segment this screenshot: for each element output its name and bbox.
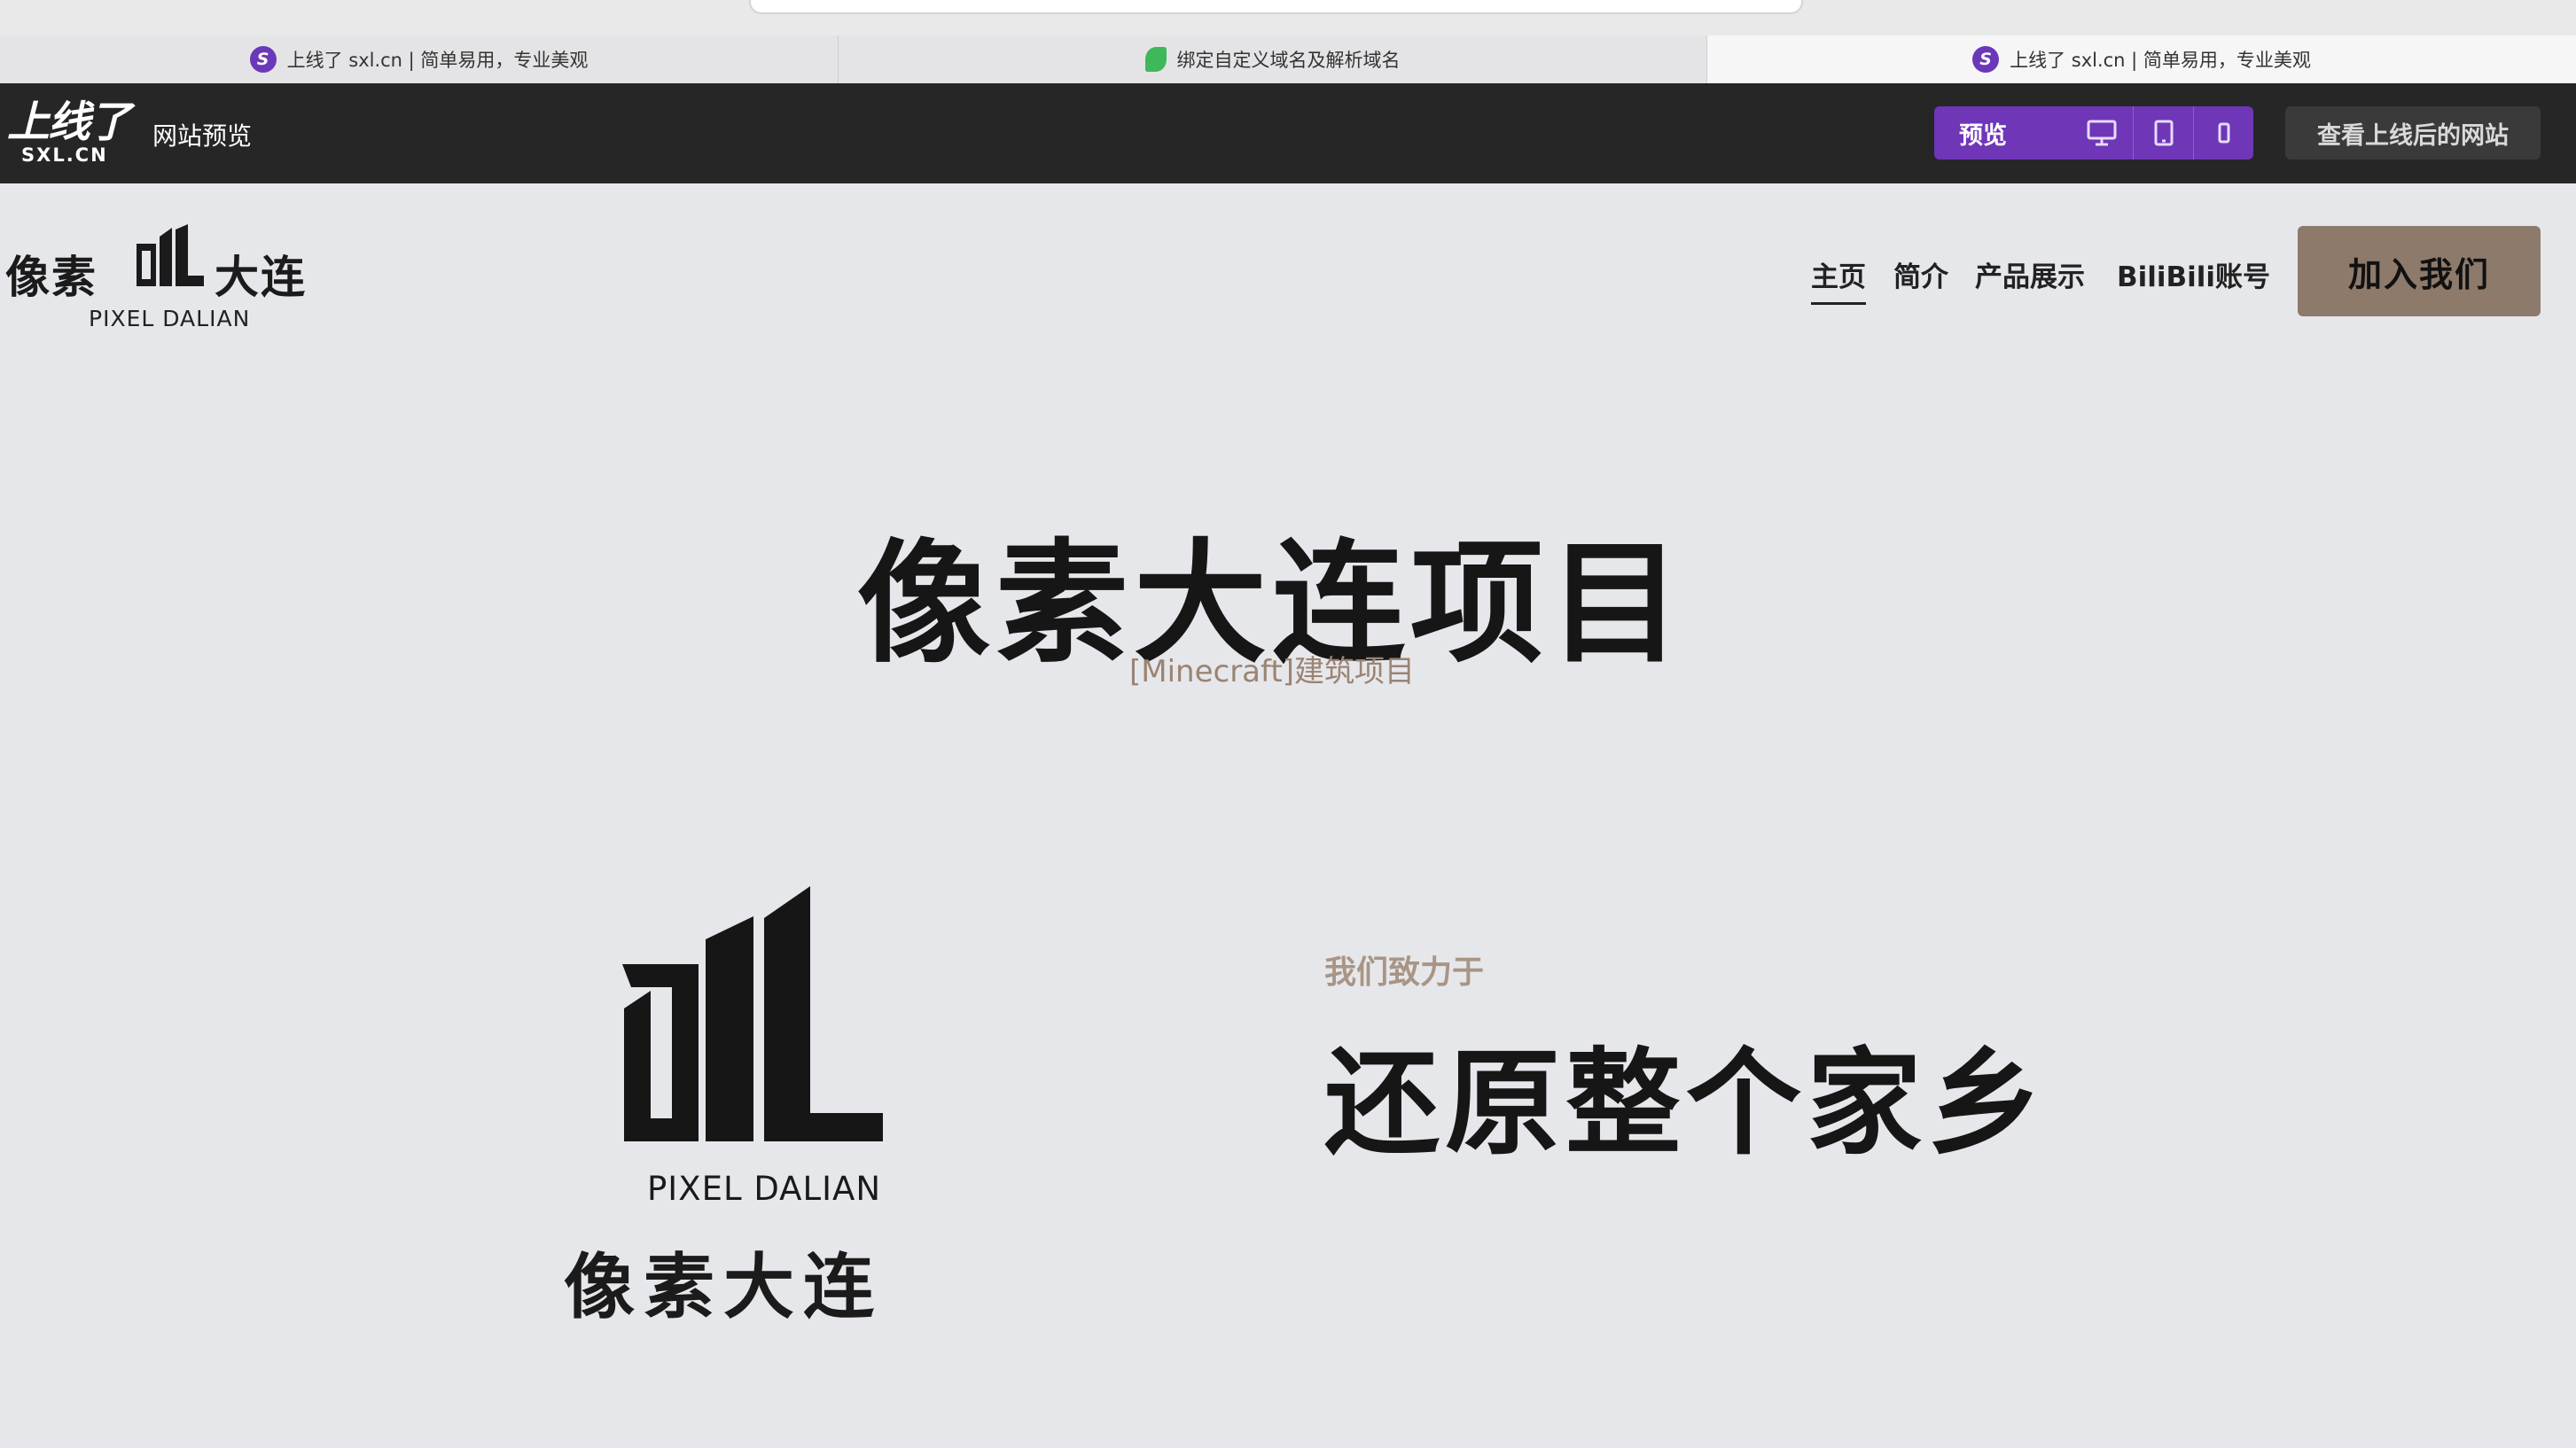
site-header: 像素 大连 PIXEL DALIAN 主页 简介 产品展示 BiliBili账号… (0, 183, 2576, 361)
nav-home[interactable]: 主页 (1811, 254, 1866, 305)
sxl-favicon-icon: S (249, 46, 277, 73)
view-live-site-button[interactable]: 查看上线后的网站 (2285, 106, 2541, 160)
site-logo[interactable]: 像素 大连 PIXEL DALIAN (5, 217, 324, 341)
preview-toolbar: 上线了 SXL.CN 网站预览 预览 查看上线后的网站 (0, 83, 2576, 183)
preview-label: 预览 (1959, 121, 2007, 150)
toolbar-title: 网站预览 (152, 121, 253, 151)
pixel-dalian-mark-icon (622, 886, 883, 1141)
sxl-logo[interactable]: 上线了 SXL.CN (7, 99, 131, 170)
logo-main-text: 上线了 (7, 97, 131, 147)
preview-mode-group: 预览 (1934, 106, 2253, 160)
feature-logo-cn: 像素大连 (564, 1246, 883, 1328)
mobile-icon (2218, 122, 2229, 144)
browser-tab-active[interactable]: S 上线了 sxl.cn | 简单易用，专业美观 (1707, 35, 2576, 83)
leaf-favicon-icon (1144, 47, 1167, 72)
feature-logo-en: PIXEL DALIAN (647, 1170, 881, 1208)
join-us-button[interactable]: 加入我们 (2298, 226, 2541, 316)
nav-bilibili[interactable]: BiliBili账号 (2117, 254, 2270, 294)
feature-logo: PIXEL DALIAN 像素大连 (550, 886, 975, 1329)
tab-bar: S 上线了 sxl.cn | 简单易用，专业美观 绑定自定义域名及解析域名 S … (0, 35, 2576, 84)
nav-about[interactable]: 简介 (1893, 254, 1948, 294)
tab-title: 绑定自定义域名及解析域名 (1176, 50, 1401, 71)
sxl-favicon-icon: S (1972, 46, 2000, 73)
logo-cn-left: 像素 (5, 252, 98, 303)
logo-sub-text: SXL.CN (21, 144, 108, 166)
browser-tab[interactable]: S 上线了 sxl.cn | 简单易用，专业美观 (0, 35, 839, 83)
feature-eyebrow: 我们致力于 (1324, 954, 1485, 991)
browser-toolbar (0, 0, 2576, 35)
logo-en: PIXEL DALIAN (89, 306, 251, 331)
desktop-preview-button[interactable] (2071, 106, 2133, 160)
tab-title: 上线了 sxl.cn | 简单易用，专业美观 (2010, 50, 2311, 71)
nav-products[interactable]: 产品展示 (1975, 254, 2085, 294)
browser-tab[interactable]: 绑定自定义域名及解析域名 (839, 35, 1707, 83)
hero-subtitle: [Minecraft]建筑项目 (1129, 654, 1415, 689)
tab-title: 上线了 sxl.cn | 简单易用，专业美观 (286, 50, 589, 71)
tablet-preview-button[interactable] (2133, 106, 2193, 160)
logo-cn-right: 大连 (215, 252, 307, 303)
pixel-dalian-mark-icon (137, 224, 204, 286)
feature-title: 还原整个家乡 (1324, 1036, 2049, 1171)
desktop-icon (2087, 120, 2117, 146)
mobile-preview-button[interactable] (2193, 106, 2253, 160)
address-bar[interactable] (749, 0, 1803, 14)
tablet-icon (2154, 120, 2173, 146)
